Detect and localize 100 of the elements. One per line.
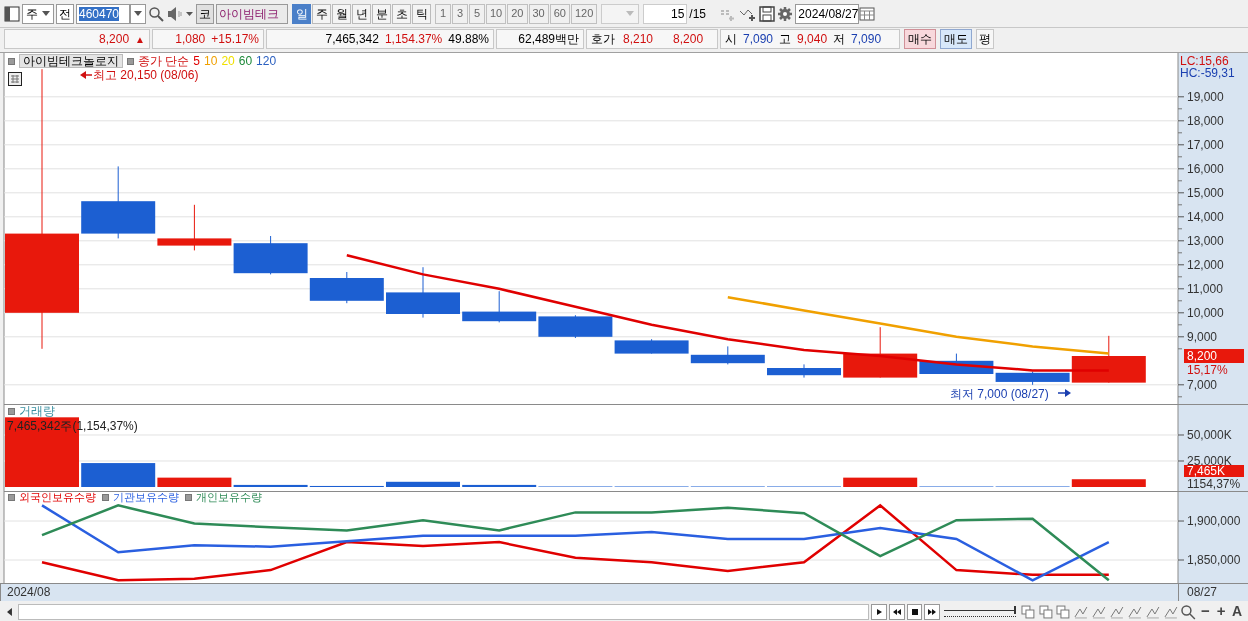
axis-tick — [1177, 434, 1185, 436]
zoom-slider[interactable] — [942, 603, 1018, 620]
order-button[interactable]: 평 — [976, 29, 994, 49]
speaker-icon[interactable] — [166, 5, 194, 22]
trade-amount: 62,489백만 — [518, 31, 579, 48]
interval-button[interactable]: 120 — [571, 3, 598, 24]
axis-tick — [1177, 120, 1185, 122]
dropdown-caret-icon[interactable] — [42, 10, 50, 17]
axis-label: 19,000 — [1187, 89, 1224, 104]
code-field[interactable]: 460470 — [76, 3, 130, 24]
stock-name-field[interactable]: 아이빔테크 — [216, 3, 288, 24]
axis-tick — [1177, 520, 1185, 522]
date-field[interactable]: 2024/08/27 — [795, 3, 860, 24]
market-dropdown[interactable]: 주 — [22, 3, 54, 24]
axis-tick — [1177, 559, 1185, 561]
axis-label: 9,000 — [1187, 329, 1218, 344]
price-tag: 8,200 — [1184, 349, 1244, 363]
axis-tick — [1177, 336, 1185, 338]
buy-button[interactable]: 매수 — [904, 29, 936, 49]
ma-period: 5 — [193, 54, 201, 68]
chart-title: 아이빔테크놀로지 — [19, 54, 123, 68]
axis-label: 1,900,000 — [1187, 514, 1241, 528]
lc-value: LC:15,66 — [1180, 54, 1229, 68]
axis-label: 16,000 — [1187, 161, 1224, 176]
code-dropdown[interactable] — [130, 3, 146, 24]
name-prefix-button[interactable]: 코 — [196, 3, 214, 24]
zoom-out-button[interactable]: − — [1198, 600, 1213, 621]
period-tab[interactable]: 주 — [312, 3, 331, 24]
interval-button[interactable]: 30 — [528, 3, 549, 24]
interval-button[interactable]: 3 — [452, 3, 468, 24]
period-tab[interactable]: 일 — [292, 3, 311, 24]
interval-button[interactable]: 10 — [486, 3, 507, 24]
sell-button[interactable]: 매도 — [940, 29, 972, 49]
ma-period: 20 — [221, 54, 235, 68]
turnover-rate: 49.88% — [448, 31, 489, 48]
interval-button[interactable]: 60 — [549, 3, 570, 24]
high-note: 최고 20,150 (08/06) — [93, 68, 199, 82]
legend-marker — [102, 494, 109, 501]
axis-label: 13,000 — [1187, 233, 1224, 248]
zoom-in-button[interactable]: + — [1214, 600, 1229, 621]
ma-label: 종가 단순 — [138, 54, 190, 68]
change-rate: +15.17% — [211, 31, 259, 48]
period-tab[interactable]: 틱 — [412, 3, 431, 24]
axis-label: 7,000 — [1187, 377, 1218, 392]
search-icon[interactable] — [148, 5, 164, 22]
axis-label: 18,000 — [1187, 113, 1224, 128]
legend-marker — [8, 494, 15, 501]
low-note: 최저 7,000 (08/27) — [950, 387, 1049, 401]
price-change: 1,080 — [175, 31, 206, 48]
axis-tick — [1177, 384, 1185, 386]
all-button[interactable]: 전 — [56, 3, 74, 24]
period-tab[interactable]: 년 — [352, 3, 371, 24]
grid-icon[interactable] — [8, 72, 22, 86]
dropdown-caret-icon[interactable] — [134, 10, 142, 17]
font-size-button[interactable]: A — [1230, 601, 1244, 621]
period-tab[interactable]: 분 — [372, 3, 391, 24]
ask-label: 호가 — [591, 31, 615, 48]
axis-tick — [1177, 168, 1185, 170]
axis-tick — [1177, 312, 1185, 314]
volume-value: 7,465,342 — [325, 31, 379, 48]
axis-tick — [1177, 264, 1185, 266]
volume-tag: 7,465K — [1184, 464, 1244, 478]
axis-tick — [1177, 240, 1185, 242]
ma-period: 60 — [238, 54, 253, 68]
calendar-icon[interactable] — [859, 5, 876, 22]
search-icon[interactable] — [1180, 603, 1197, 620]
axis-label: 17,000 — [1187, 137, 1224, 152]
axis-label: 11,000 — [1187, 281, 1223, 296]
interval-button[interactable]: 1 — [435, 3, 451, 24]
period-tab[interactable]: 초 — [392, 3, 411, 24]
low-label: 저 — [833, 31, 846, 48]
interval-button[interactable]: 20 — [507, 3, 528, 24]
layout-icon[interactable] — [4, 5, 20, 22]
volume-rate-label: 1154,37% — [1187, 477, 1241, 491]
hc-value: HC:-59,31 — [1180, 66, 1235, 80]
interval-button[interactable]: 5 — [469, 3, 485, 24]
legend-label: 기관보유수량 — [113, 492, 179, 503]
axis-tick — [1177, 192, 1185, 194]
panel-title: 거래량 — [19, 405, 55, 417]
axis-tick — [1177, 288, 1185, 290]
count-field[interactable]: 15 — [643, 3, 688, 24]
axis-tick — [1177, 144, 1185, 146]
left-arrow-icon — [80, 71, 93, 79]
axis-label: 14,000 — [1187, 209, 1224, 224]
window-icon[interactable] — [1037, 603, 1054, 620]
current-price: 8,200 — [99, 31, 130, 48]
axis-label: 10,000 — [1187, 305, 1224, 320]
legend-marker — [185, 494, 192, 501]
axis-tick — [1177, 460, 1185, 462]
legend-label: 외국인보유수량 — [19, 492, 96, 503]
settings-icon[interactable] — [777, 5, 794, 22]
slider-thumb[interactable] — [1014, 605, 1017, 614]
low-price: 7,090 — [851, 31, 882, 48]
period-tab[interactable]: 월 — [332, 3, 351, 24]
save-icon[interactable] — [759, 5, 776, 22]
legend-label: 개인보유수량 — [196, 492, 262, 503]
ma-period: 120 — [256, 54, 277, 68]
change-rate-label: 15,17% — [1187, 363, 1228, 377]
ma-period: 10 — [204, 54, 218, 68]
axis-label: 15,000 — [1187, 185, 1224, 200]
